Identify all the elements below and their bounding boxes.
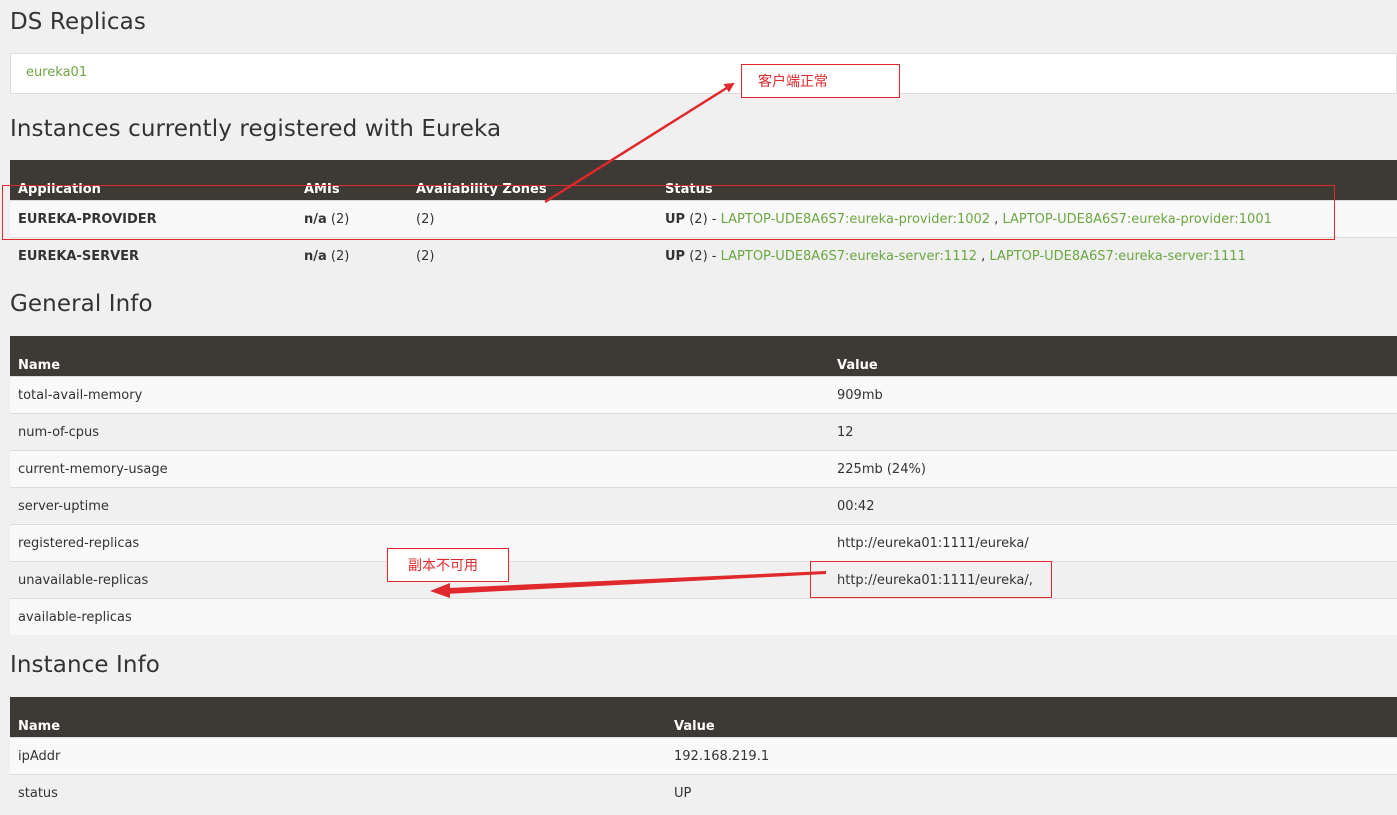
status-count: (2) - [685,248,721,264]
status-value: UP [665,248,686,264]
info-value: 225mb (24%) [829,450,1397,488]
table-row: num-of-cpus 12 [10,413,1397,451]
annotation-highlight-provider [2,185,1335,240]
info-name: available-replicas [10,598,829,635]
general-info-title: General Info [10,291,153,317]
info-value: 909mb [829,376,1397,414]
table-row: EUREKA-SERVER n/a (2) (2) UP (2) - LAPTO… [10,237,1397,274]
separator: , [977,248,990,264]
app-name: EUREKA-SERVER [10,237,296,274]
replica-link-eureka01[interactable]: eureka01 [26,65,87,80]
info-value: UP [666,774,1397,811]
info-name: num-of-cpus [10,413,829,451]
instance-info-table: Name Value ipAddr 192.168.219.1 status UP [10,697,1397,811]
table-row: current-memory-usage 225mb (24%) [10,450,1397,488]
col-name: Name [10,697,666,738]
ds-replicas-title: DS Replicas [10,9,146,35]
table-row: server-uptime 00:42 [10,487,1397,525]
table-row: available-replicas [10,598,1397,635]
general-info-table: Name Value total-avail-memory 909mb num-o… [10,336,1397,635]
instance-header-row: Name Value [10,697,1397,738]
info-value: 12 [829,413,1397,451]
info-value: 00:42 [829,487,1397,525]
annotation-client-ok: 客户端正常 [741,64,900,98]
status-cell: UP (2) - LAPTOP-UDE8A6S7:eureka-server:1… [657,237,1397,274]
instances-title: Instances currently registered with Eure… [10,116,502,142]
info-name: total-avail-memory [10,376,829,414]
annotation-highlight-unavailable [810,561,1052,598]
info-name: current-memory-usage [10,450,829,488]
instance-link[interactable]: LAPTOP-UDE8A6S7:eureka-server:1112 [721,249,977,264]
info-name: status [10,774,666,811]
replicas-panel: eureka01 [10,53,1397,94]
table-row: registered-replicas http://eureka01:1111/… [10,524,1397,562]
amis-value: n/a [304,248,327,264]
annotation-replica-unavailable: 副本不可用 [387,548,509,582]
zones-cell: (2) [408,237,657,274]
table-row: ipAddr 192.168.219.1 [10,737,1397,775]
table-row: unavailable-replicas http://eureka01:1111… [10,561,1397,599]
general-header-row: Name Value [10,336,1397,377]
col-name: Name [10,336,829,377]
table-row: status UP [10,774,1397,811]
amis-count: (2) [326,248,350,264]
col-value: Value [829,336,1397,377]
info-value: http://eureka01:1111/eureka/ [829,524,1397,562]
table-row: total-avail-memory 909mb [10,376,1397,414]
col-value: Value [666,697,1397,738]
info-name: ipAddr [10,737,666,775]
amis-cell: n/a (2) [296,237,408,274]
instance-link[interactable]: LAPTOP-UDE8A6S7:eureka-server:1111 [989,249,1245,264]
info-name: server-uptime [10,487,829,525]
info-value [829,598,1397,635]
instance-info-title: Instance Info [10,652,160,678]
info-value: 192.168.219.1 [666,737,1397,775]
